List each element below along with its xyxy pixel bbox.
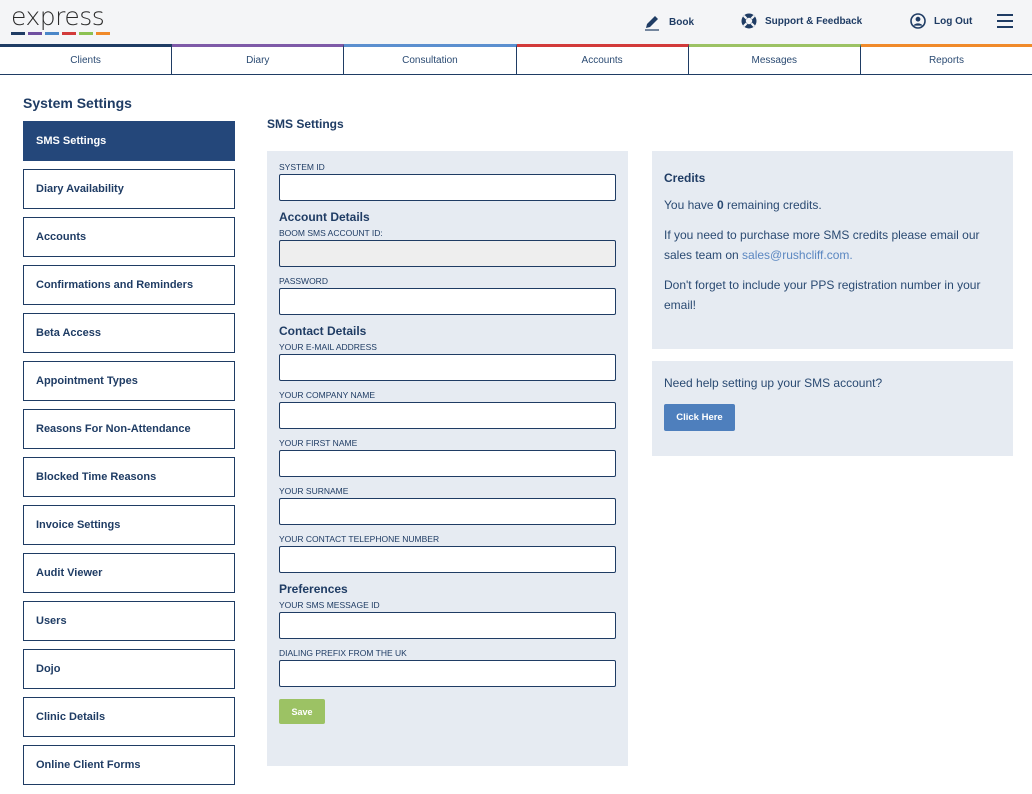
top-header: express Book Support & Feedback Log Out [0,0,1032,44]
logout-button[interactable]: Log Out [910,13,972,29]
sidebar-item-clinic-details[interactable]: Clinic Details [23,697,235,737]
user-circle-icon [910,13,926,29]
logo-bar [45,32,59,35]
sms-message-id-input[interactable] [279,612,616,639]
sales-email-link[interactable]: sales@rushcliff.com. [742,248,853,262]
sidebar-title: System Settings [23,95,132,111]
credits-remaining: remaining credits. [723,198,822,212]
credits-remaining-text: You have 0 remaining credits. [664,195,1001,215]
logo-bar [62,32,76,35]
logo-bar [28,32,42,35]
help-text: Need help setting up your SMS account? [664,376,883,390]
dialing-prefix-input[interactable] [279,660,616,687]
sidebar-item-dojo[interactable]: Dojo [23,649,235,689]
sidebar-item-diary-availability[interactable]: Diary Availability [23,169,235,209]
sidebar-item-invoice-settings[interactable]: Invoice Settings [23,505,235,545]
email-label: YOUR E-MAIL ADDRESS [279,342,377,352]
logo-text: express [11,2,105,31]
sidebar-item-blocked-time-reasons[interactable]: Blocked Time Reasons [23,457,235,497]
tab-reports[interactable]: Reports [860,44,1032,74]
sidebar-item-appointment-types[interactable]: Appointment Types [23,361,235,401]
sidebar-item-non-attendance-reasons[interactable]: Reasons For Non-Attendance [23,409,235,449]
logo-color-bars [11,32,110,35]
first-name-label: YOUR FIRST NAME [279,438,358,448]
hamburger-menu-icon[interactable] [997,14,1013,28]
sidebar-item-accounts[interactable]: Accounts [23,217,235,257]
boom-account-id-label: BOOM SMS ACCOUNT ID: [279,228,383,238]
sms-settings-form: SYSTEM ID Account Details BOOM SMS ACCOU… [267,151,628,766]
credits-you-have: You have [664,198,717,212]
logout-label: Log Out [934,15,973,27]
pencil-icon [645,16,659,31]
support-feedback-button[interactable]: Support & Feedback [741,13,862,29]
first-name-input[interactable] [279,450,616,477]
system-id-label: SYSTEM ID [279,162,325,172]
sidebar-item-users[interactable]: Users [23,601,235,641]
book-label: Book [669,16,694,28]
surname-label: YOUR SURNAME [279,486,349,496]
phone-label: YOUR CONTACT TELEPHONE NUMBER [279,534,440,544]
sidebar-item-online-client-forms[interactable]: Online Client Forms [23,745,235,785]
credits-heading: Credits [664,171,706,185]
main-nav: Clients Diary Consultation Accounts Mess… [0,44,1032,75]
sidebar-item-confirmations-reminders[interactable]: Confirmations and Reminders [23,265,235,305]
tab-clients[interactable]: Clients [0,44,173,74]
contact-details-heading: Contact Details [279,324,367,338]
book-button[interactable]: Book [643,13,694,31]
click-here-button[interactable]: Click Here [664,404,735,431]
tab-consultation[interactable]: Consultation [344,44,517,74]
account-details-heading: Account Details [279,210,370,224]
settings-sidebar: SMS Settings Diary Availability Accounts… [23,121,235,793]
dialing-prefix-label: DIALING PREFIX FROM THE UK [279,648,407,658]
phone-input[interactable] [279,546,616,573]
logo-bar [96,32,110,35]
preferences-heading: Preferences [279,582,348,596]
sidebar-item-sms-settings[interactable]: SMS Settings [23,121,235,161]
company-name-input[interactable] [279,402,616,429]
logo-bar [79,32,93,35]
save-button[interactable]: Save [279,699,325,724]
sms-message-id-label: YOUR SMS MESSAGE ID [279,600,380,610]
express-logo[interactable]: express [11,2,110,35]
company-name-label: YOUR COMPANY NAME [279,390,376,400]
email-input[interactable] [279,354,616,381]
surname-input[interactable] [279,498,616,525]
system-id-input[interactable] [279,174,616,201]
logo-bar [11,32,25,35]
sidebar-item-beta-access[interactable]: Beta Access [23,313,235,353]
tab-diary[interactable]: Diary [172,44,345,74]
purchase-credits-text: If you need to purchase more SMS credits… [664,225,1001,265]
pps-reminder-text: Don't forget to include your PPS registr… [664,278,981,312]
credits-panel: Credits You have 0 remaining credits. If… [652,151,1013,349]
boom-account-id-input [279,240,616,267]
help-panel: Need help setting up your SMS account? C… [652,361,1013,456]
sidebar-item-audit-viewer[interactable]: Audit Viewer [23,553,235,593]
lifebuoy-icon [741,13,757,29]
tab-messages[interactable]: Messages [688,44,861,74]
support-label: Support & Feedback [765,15,863,27]
password-input[interactable] [279,288,616,315]
password-label: PASSWORD [279,276,328,286]
page-title: SMS Settings [267,117,344,131]
tab-accounts[interactable]: Accounts [516,44,689,74]
credits-count: 0 [716,198,724,212]
